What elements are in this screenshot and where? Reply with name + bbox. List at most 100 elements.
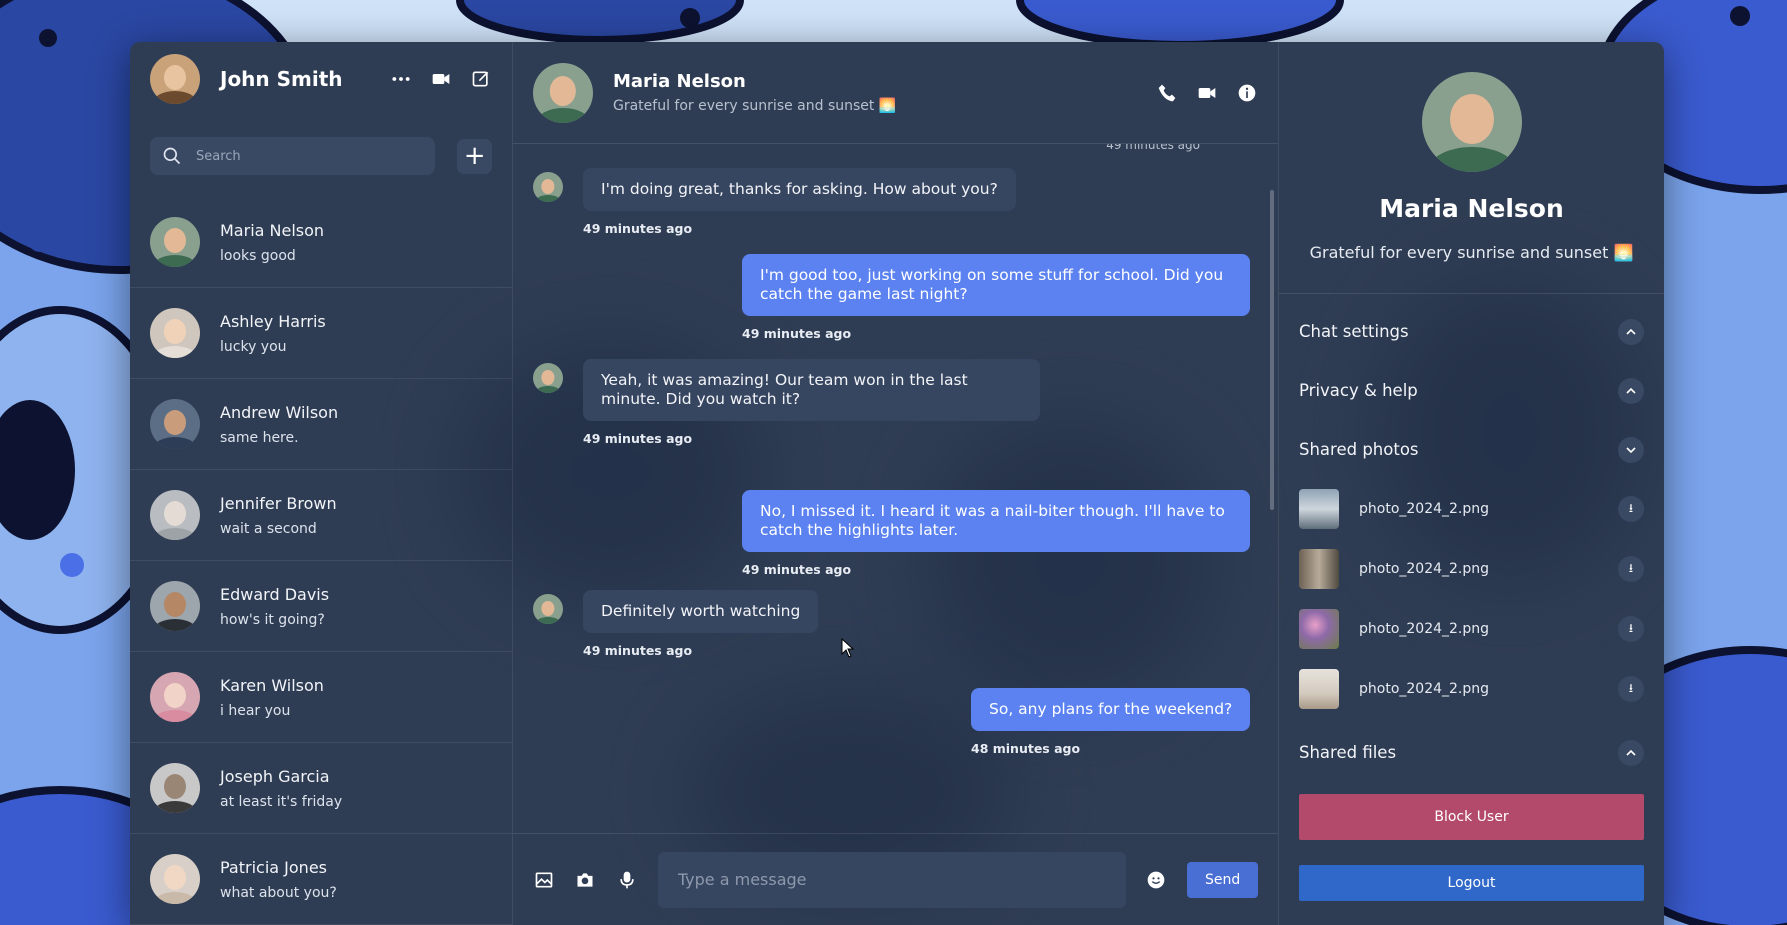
conversation-item[interactable]: Patricia Jones what about you? <box>130 834 512 925</box>
message-list[interactable]: 49 minutes ago I'm doing great, thanks f… <box>513 144 1278 833</box>
conversation-item[interactable]: Karen Wilson i hear you <box>130 652 512 743</box>
contact-name: Karen Wilson <box>220 675 324 695</box>
avatar <box>150 490 200 540</box>
contact-name: Andrew Wilson <box>220 402 339 422</box>
contact-name: Ashley Harris <box>220 311 326 331</box>
last-message: what about you? <box>220 884 337 901</box>
message-text: No, I missed it. I heard it was a nail-b… <box>742 490 1250 552</box>
section-label: Privacy & help <box>1299 381 1418 400</box>
video-call-icon[interactable] <box>1196 82 1218 104</box>
microphone-icon[interactable] <box>616 869 638 891</box>
chevron-up-icon[interactable] <box>1618 318 1644 345</box>
profile-avatar <box>1421 72 1522 172</box>
photo-filename: photo_2024_2.png <box>1359 561 1490 577</box>
shared-photo-item[interactable]: photo_2024_2.png ⭳ <box>1279 659 1664 719</box>
photo-thumbnail <box>1299 669 1339 709</box>
avatar <box>533 172 563 202</box>
conversation-item[interactable]: Joseph Garcia at least it's friday <box>130 743 512 834</box>
message-timestamp: 49 minutes ago <box>1106 144 1200 152</box>
photo-thumbnail <box>1299 489 1339 529</box>
search-input[interactable] <box>196 148 396 164</box>
photo-filename: photo_2024_2.png <box>1359 681 1490 697</box>
section-label: Shared photos <box>1299 440 1419 459</box>
contact-name: Joseph Garcia <box>220 766 330 786</box>
contact-profile: Maria Nelson Grateful for every sunrise … <box>1279 42 1664 294</box>
message-input[interactable] <box>657 851 1126 908</box>
send-button[interactable]: Send <box>1187 861 1258 898</box>
more-options-icon[interactable] <box>390 68 412 90</box>
compose-icon[interactable] <box>470 68 492 90</box>
phone-icon[interactable] <box>1156 82 1178 104</box>
conversations-sidebar: John Smith + Ma <box>130 42 513 925</box>
outgoing-message: No, I missed it. I heard it was a nail-b… <box>742 490 1250 577</box>
chat-header: Maria Nelson Grateful for every sunrise … <box>513 42 1278 144</box>
chevron-up-icon[interactable] <box>1618 377 1644 404</box>
privacy-help-section[interactable]: Privacy & help <box>1279 361 1664 420</box>
section-label: Shared files <box>1299 743 1397 762</box>
block-user-button[interactable]: Block User <box>1299 794 1644 840</box>
message-text: So, any plans for the weekend? <box>971 688 1251 731</box>
download-icon[interactable]: ⭳ <box>1618 556 1644 582</box>
shared-photos-section[interactable]: Shared photos <box>1279 420 1664 479</box>
photo-thumbnail <box>1299 609 1339 649</box>
shared-files-section[interactable]: Shared files <box>1279 723 1664 782</box>
logout-button[interactable]: Logout <box>1299 865 1644 901</box>
last-message: i hear you <box>220 702 291 719</box>
avatar <box>150 581 200 631</box>
download-icon[interactable]: ⭳ <box>1618 616 1644 642</box>
avatar <box>533 594 563 624</box>
conversation-item[interactable]: Andrew Wilson same here. <box>130 379 512 470</box>
conversation-item[interactable]: Jennifer Brown wait a second <box>130 470 512 561</box>
conversation-item[interactable]: Ashley Harris lucky you <box>130 288 512 379</box>
avatar <box>150 308 200 358</box>
shared-photo-item[interactable]: photo_2024_2.png ⭳ <box>1279 479 1664 539</box>
chevron-up-icon[interactable] <box>1618 739 1644 766</box>
current-user-name: John Smith <box>220 66 343 91</box>
conversation-list: Maria Nelson looks good Ashley Harris luck… <box>130 197 512 925</box>
info-icon[interactable] <box>1236 82 1258 104</box>
messenger-window: John Smith + Ma <box>130 42 1664 925</box>
mouse-cursor-icon <box>841 638 855 658</box>
message-timestamp: 49 minutes ago <box>583 431 693 446</box>
conversation-item[interactable]: Edward Davis how's it going? <box>130 561 512 652</box>
last-message: lucky you <box>220 338 287 355</box>
message-text: Definitely worth watching <box>583 590 819 633</box>
download-icon[interactable]: ⭳ <box>1618 676 1644 702</box>
chat-contact-status: Grateful for every sunrise and sunset 🌅 <box>613 98 897 114</box>
avatar <box>150 763 200 813</box>
download-icon[interactable]: ⭳ <box>1618 496 1644 522</box>
message-scrollbar[interactable] <box>1270 190 1274 510</box>
profile-status: Grateful for every sunrise and sunset 🌅 <box>1309 243 1634 262</box>
chat-contact-name: Maria Nelson <box>613 71 746 92</box>
shared-photo-item[interactable]: photo_2024_2.png ⭳ <box>1279 539 1664 599</box>
avatar <box>150 854 200 904</box>
search-icon <box>163 147 181 165</box>
add-conversation-button[interactable]: + <box>457 138 492 174</box>
last-message: how's it going? <box>220 611 325 628</box>
camera-icon[interactable] <box>575 869 597 891</box>
current-user-header: John Smith <box>130 42 512 115</box>
message-text: I'm good too, just working on some stuff… <box>742 254 1250 316</box>
incoming-message: I'm doing great, thanks for asking. How … <box>533 168 1016 236</box>
avatar <box>150 399 200 449</box>
shared-photo-item[interactable]: photo_2024_2.png ⭳ <box>1279 599 1664 659</box>
video-call-icon[interactable] <box>430 68 452 90</box>
photo-filename: photo_2024_2.png <box>1359 501 1490 517</box>
chat-panel: Maria Nelson Grateful for every sunrise … <box>513 42 1279 925</box>
emoji-icon[interactable] <box>1146 869 1168 891</box>
incoming-message: Definitely worth watching 49 minutes ago <box>533 590 819 658</box>
chat-settings-section[interactable]: Chat settings <box>1279 302 1664 361</box>
last-message: looks good <box>220 247 296 264</box>
conversation-item[interactable]: Maria Nelson looks good <box>130 197 512 288</box>
message-composer: Send <box>513 833 1278 925</box>
avatar <box>150 217 200 267</box>
chat-contact-avatar[interactable] <box>533 62 593 123</box>
incoming-message: Yeah, it was amazing! Our team won in th… <box>533 359 1040 446</box>
message-timestamp: 49 minutes ago <box>583 221 693 236</box>
message-timestamp: 49 minutes ago <box>583 643 693 658</box>
message-timestamp: 48 minutes ago <box>971 741 1081 756</box>
chevron-down-icon[interactable] <box>1618 436 1644 463</box>
message-timestamp: 49 minutes ago <box>742 326 852 341</box>
current-user-avatar[interactable] <box>150 53 200 104</box>
image-icon[interactable] <box>533 869 555 891</box>
